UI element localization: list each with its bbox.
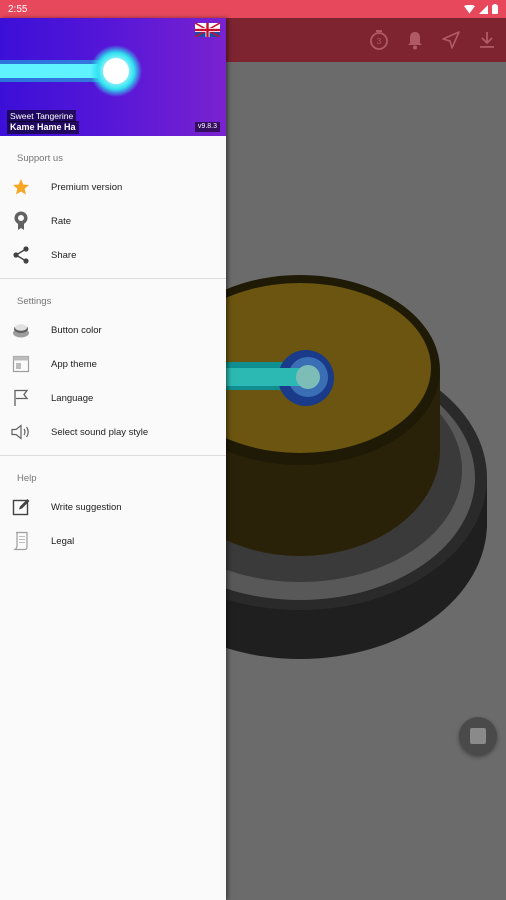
menu-item-share[interactable]: Share [0,238,226,272]
app-version: v9.8.3 [194,122,220,132]
menu-item-write-suggestion[interactable]: Write suggestion [0,490,226,524]
menu-item-label: Share [51,249,77,261]
award-icon [11,211,31,231]
menu-item-label: Legal [51,535,75,547]
menu-item-premium[interactable]: Premium version [0,170,226,204]
edit-icon [11,497,31,517]
battery-icon [492,4,498,14]
drawer-header: Sweet Tangerine Kame Hame Ha v9.8.3 [0,18,226,136]
send-icon[interactable] [440,26,462,54]
menu-item-legal[interactable]: Legal [0,524,226,558]
navigation-drawer: Sweet Tangerine Kame Hame Ha v9.8.3 Supp… [0,18,226,900]
song-name: Kame Hame Ha [7,121,79,134]
section-title-support: Support us [17,153,63,164]
stop-icon [470,728,486,744]
menu-item-sound-play-style[interactable]: Select sound play style [0,415,226,449]
download-icon[interactable] [476,26,498,54]
menu-item-label: Button color [51,324,102,336]
flag-icon [11,388,31,408]
app-theme-icon [11,354,31,374]
kamehameha-beam-image [0,45,142,97]
menu-item-rate[interactable]: Rate [0,204,226,238]
bell-icon[interactable] [404,26,426,54]
svg-text:3: 3 [377,37,382,46]
menu-item-button-color[interactable]: Button color [0,313,226,347]
status-bar: 2:55 [0,0,506,18]
section-title-help: Help [17,473,37,484]
menu-item-label: Premium version [51,181,123,193]
menu-item-label: App theme [51,358,97,370]
menu-item-label: Rate [51,215,72,227]
stop-button[interactable] [459,717,497,755]
document-icon [11,531,31,551]
menu-item-language[interactable]: Language [0,381,226,415]
uk-flag-icon[interactable] [195,23,220,37]
button-color-icon [11,320,31,340]
status-time: 2:55 [8,3,28,15]
menu-item-label: Language [51,392,94,404]
share-icon [11,245,31,265]
volume-icon [11,422,31,442]
timer-icon[interactable]: 3 [368,26,390,54]
menu-item-label: Select sound play style [51,426,149,438]
menu-item-label: Write suggestion [51,501,122,513]
cellular-icon [479,4,488,14]
section-title-settings: Settings [17,296,52,307]
menu-item-app-theme[interactable]: App theme [0,347,226,381]
star-icon [11,177,31,197]
wifi-icon [464,4,475,13]
